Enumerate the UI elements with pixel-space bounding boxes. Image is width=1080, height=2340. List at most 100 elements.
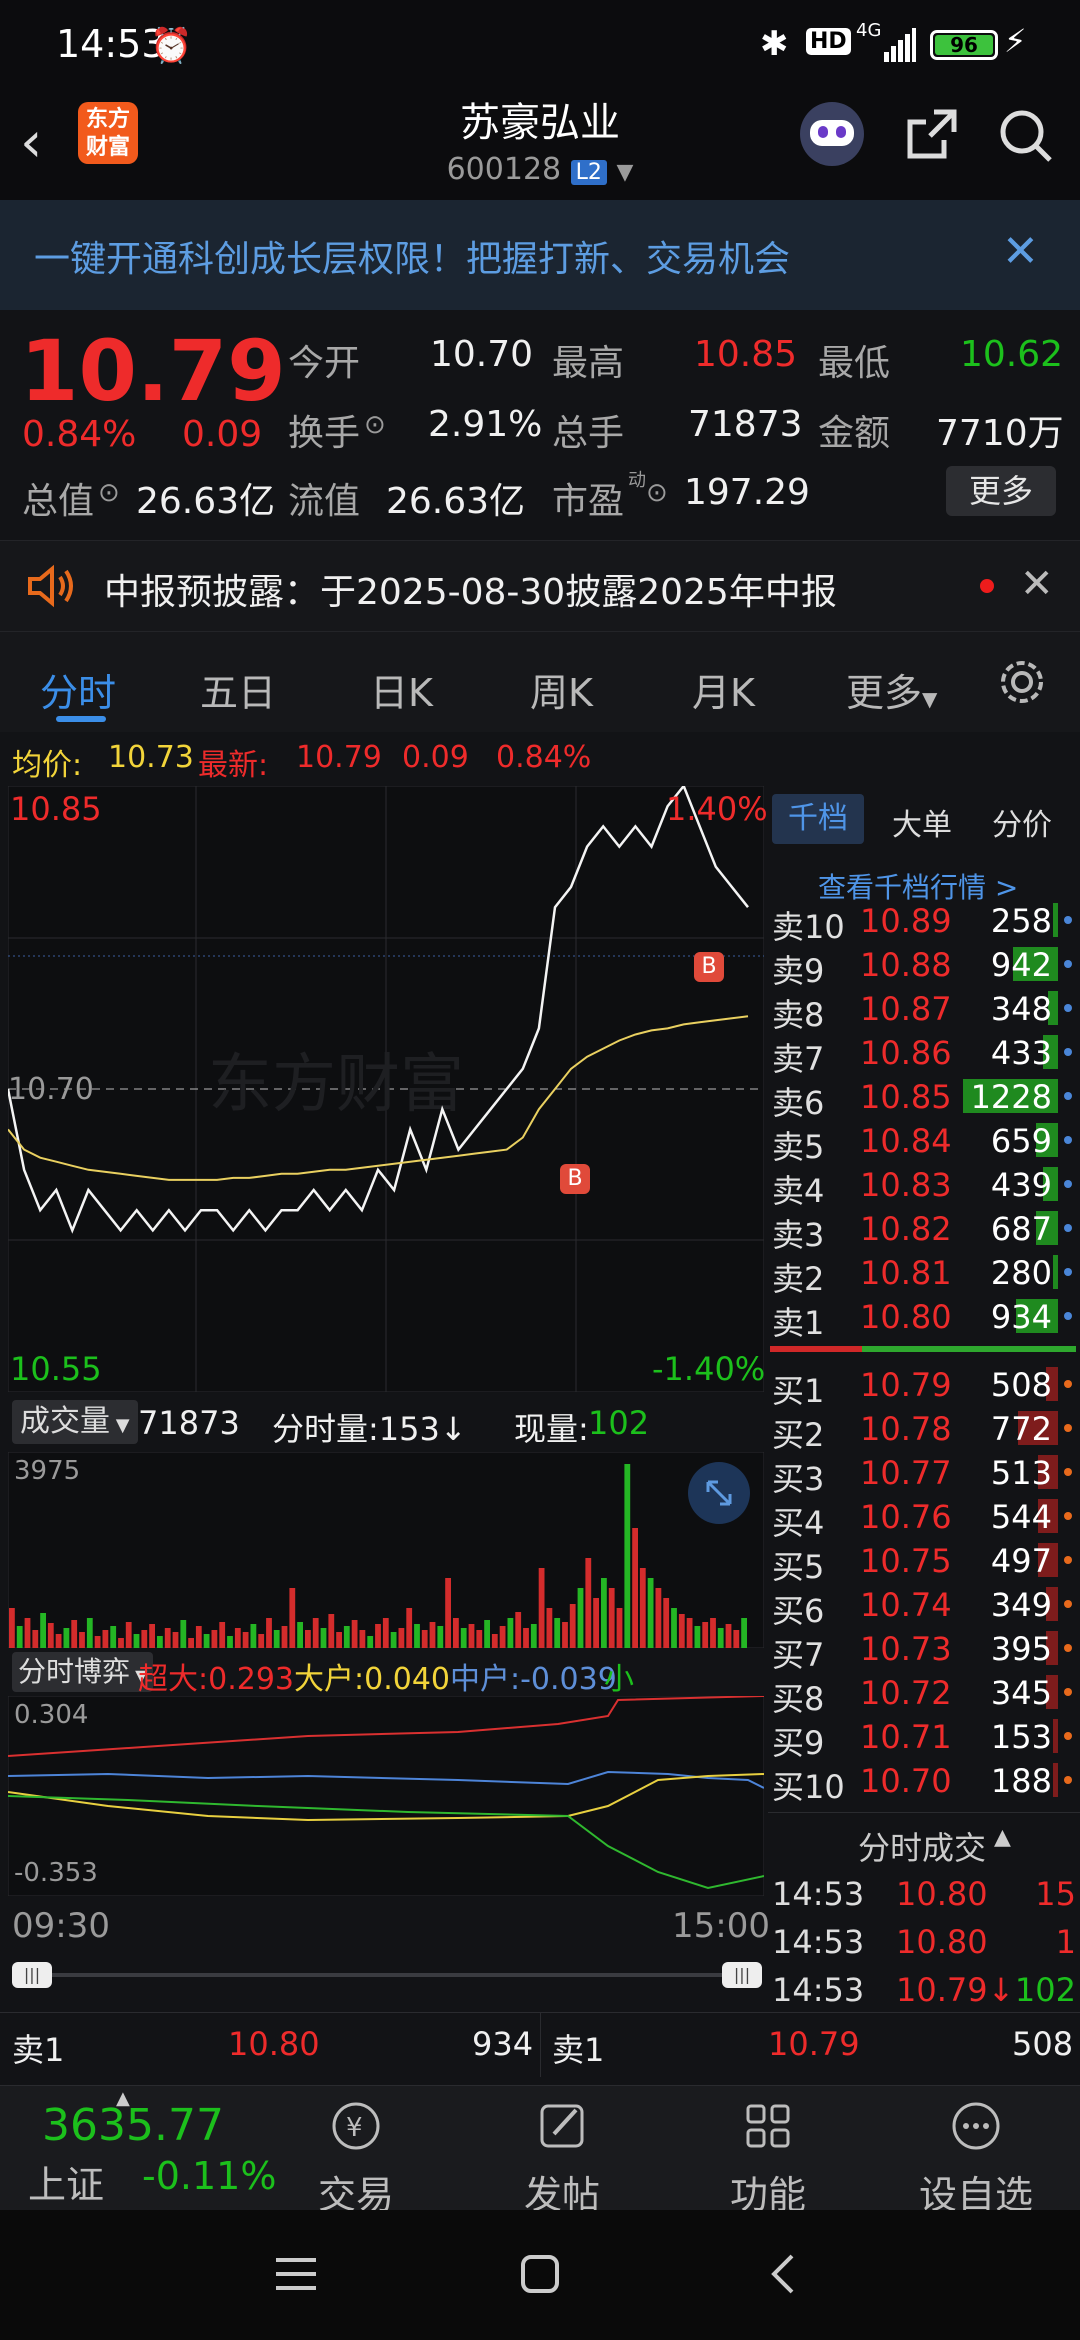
volume-bar [24, 1618, 31, 1648]
nav-post[interactable]: 发帖 [482, 2098, 642, 2219]
info-icon[interactable]: ⊙ [364, 410, 386, 440]
tab-monthly-k[interactable]: 月K [692, 662, 755, 717]
tab-large-orders[interactable]: 大单 [892, 800, 952, 844]
bid-row[interactable]: 买6 10.74 349 [768, 1582, 1080, 1630]
search-icon[interactable] [996, 106, 1056, 166]
tab-weekly-k[interactable]: 周K [530, 662, 593, 717]
order-dot [1064, 1004, 1072, 1012]
share-icon[interactable] [904, 106, 960, 162]
ask-row[interactable]: 卖9 10.88 942 [768, 942, 1080, 990]
bobai-selector-label: 分时博弈 [18, 1655, 131, 1688]
promo-banner[interactable]: 一键开通科创成长层权限！把握打新、交易机会 ✕ [0, 200, 1080, 310]
tab-intraday[interactable]: 分时 [40, 662, 116, 717]
stock-header: ‹ 东方 财富 苏豪弘业 600128 L2 ▼ [0, 90, 1080, 200]
index-ticker[interactable]: ▲ 3635.77 上证 -0.11% [0, 2086, 276, 2211]
watermark: 东方财富 [208, 1048, 464, 1122]
volume-bar [647, 1578, 654, 1648]
expand-icon[interactable] [688, 1462, 750, 1524]
tab-five-day[interactable]: 五日 [200, 662, 276, 717]
buy-marker-icon[interactable]: B [560, 1164, 590, 1194]
ask-row[interactable]: 卖6 10.85 1228 [768, 1074, 1080, 1122]
ask-row[interactable]: 卖2 10.81 280 [768, 1250, 1080, 1298]
order-volume: 258 [990, 902, 1052, 940]
trades-title[interactable]: 分时成交 [858, 1823, 986, 1869]
order-dot [1064, 1512, 1072, 1520]
more-button[interactable]: 更多 [946, 466, 1056, 516]
app-logo[interactable]: 东方 财富 [78, 102, 138, 164]
volume-bar [585, 1558, 592, 1648]
home-icon[interactable] [520, 2254, 560, 2294]
volume-bar [437, 1626, 444, 1648]
bid-row[interactable]: 买1 10.79 508 [768, 1362, 1080, 1410]
volume-bar [577, 1588, 584, 1648]
order-volume: 497 [990, 1542, 1052, 1580]
info-icon[interactable]: ⊙ [98, 478, 120, 508]
volume-bar [484, 1620, 490, 1648]
back-nav-icon[interactable] [768, 2252, 798, 2296]
ask-row[interactable]: 卖3 10.82 687 [768, 1206, 1080, 1254]
bid-row[interactable]: 买5 10.75 497 [768, 1538, 1080, 1586]
settings-gear-icon[interactable] [996, 656, 1048, 708]
x-start-label: 09:30 [12, 1906, 110, 1946]
bid-row[interactable]: 买9 10.71 153 [768, 1714, 1080, 1762]
nav-add-watchlist[interactable]: 设自选 [896, 2098, 1056, 2219]
order-dot [1064, 1644, 1072, 1652]
range-slider[interactable]: ||| ||| [12, 1962, 762, 1988]
ask-row[interactable]: 卖8 10.87 348 [768, 986, 1080, 1034]
nav-functions[interactable]: 功能 [688, 2098, 848, 2219]
bid-row[interactable]: 买3 10.77 513 [768, 1450, 1080, 1498]
bid-row[interactable]: 买7 10.73 395 [768, 1626, 1080, 1674]
bid-row[interactable]: 买8 10.72 345 [768, 1670, 1080, 1718]
tab-more[interactable]: 更多▼ [846, 662, 937, 717]
ask-row[interactable]: 卖5 10.84 659 [768, 1118, 1080, 1166]
tab-price-dist[interactable]: 分价 [992, 800, 1052, 844]
slider-right-handle[interactable]: ||| [722, 1962, 762, 1988]
chevron-up-icon[interactable]: ▲ [994, 1825, 1011, 1850]
bid-row[interactable]: 买4 10.76 544 [768, 1494, 1080, 1542]
volume-selector[interactable]: 成交量 ▼ [12, 1400, 138, 1444]
bobai-chart-svg [8, 1696, 764, 1896]
slider-left-handle[interactable]: ||| [12, 1962, 52, 1988]
close-icon[interactable]: ✕ [1002, 226, 1039, 277]
chevron-down-icon[interactable]: ▼ [616, 160, 633, 185]
chart-tabs: 分时 五日 日K 周K 月K 更多▼ [0, 632, 1080, 732]
bid-row[interactable]: 买10 10.70 188 [768, 1758, 1080, 1806]
volume-chart[interactable]: 3975 [8, 1452, 764, 1648]
close-icon[interactable]: ✕ [1020, 561, 1054, 607]
tab-level-book[interactable]: 千档 [772, 794, 864, 844]
volume-bar [663, 1598, 670, 1648]
high-value: 10.85 [694, 334, 798, 375]
order-price: 10.70 [860, 1762, 952, 1800]
menu-icon[interactable] [274, 2254, 318, 2294]
info-icon[interactable]: ⊙ [646, 478, 668, 508]
ask-row[interactable]: 卖7 10.86 433 [768, 1030, 1080, 1078]
order-dot [1064, 1776, 1072, 1784]
signal-icon [884, 28, 916, 62]
bobai-selector[interactable]: 分时博弈 ▼ [12, 1652, 154, 1692]
index-percent: -0.11% [142, 2154, 277, 2198]
buy-marker-icon[interactable]: B [694, 952, 724, 982]
back-icon[interactable]: ‹ [20, 110, 42, 175]
quote-panel: 10.79 0.84% 0.09 今开 10.70 最高 10.85 最低 10… [0, 310, 1080, 540]
pct-bottom-label: -1.40% [652, 1350, 766, 1388]
ask-row[interactable]: 卖10 10.89 258 [768, 898, 1080, 946]
robot-avatar-icon[interactable] [800, 102, 864, 166]
order-price: 10.73 [860, 1630, 952, 1668]
volume-bar [554, 1618, 561, 1648]
tick-volume: 分时量:153↓ [272, 1410, 467, 1448]
tab-daily-k[interactable]: 日K [370, 662, 433, 717]
volume-bar [351, 1620, 358, 1648]
bid-row[interactable]: 买2 10.78 772 [768, 1406, 1080, 1454]
bobai-chart[interactable]: 0.304 -0.353 [8, 1696, 764, 1896]
nav-trade[interactable]: ¥ 交易 [276, 2098, 436, 2219]
bid-list: 买1 10.79 508 买2 10.78 772 买3 10.77 513 买4 10.76 544… [768, 1362, 1080, 1812]
volume-bar [406, 1608, 413, 1648]
order-dot [1064, 1732, 1072, 1740]
order-volume: 345 [990, 1674, 1052, 1712]
ask-row[interactable]: 卖1 10.80 934 [768, 1294, 1080, 1342]
volume-bar [515, 1612, 522, 1648]
notice-bar[interactable]: 中报预披露：于2025-08-30披露2025年中报 ✕ [0, 540, 1080, 632]
intraday-chart[interactable]: 东方财富 10.85 10.70 10.55 1.40% -1.40% B B [8, 786, 768, 1392]
ask-row[interactable]: 卖4 10.83 439 [768, 1162, 1080, 1210]
volume-bar [1053, 1763, 1058, 1797]
